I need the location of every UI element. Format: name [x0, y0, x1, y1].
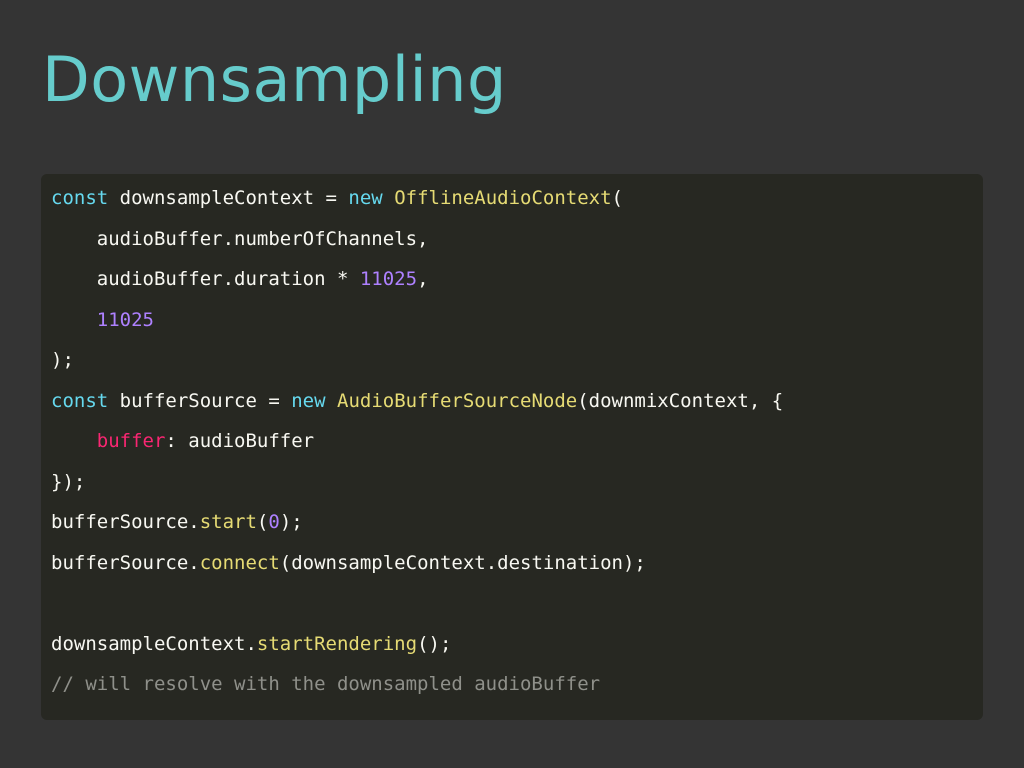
- code-text: );: [51, 349, 74, 371]
- code-text: ();: [417, 632, 452, 655]
- code-text: audioBuffer.numberOfChannels,: [51, 227, 429, 250]
- code-text: bufferSource.: [51, 511, 200, 533]
- code-text: audioBuffer.duration *: [51, 268, 360, 290]
- function-token: AudioBufferSourceNode: [337, 389, 578, 412]
- code-line: audioBuffer.numberOfChannels,: [51, 219, 429, 259]
- code-line: 11025: [51, 300, 154, 340]
- code-line: });: [51, 462, 85, 502]
- code-text: );: [279, 511, 303, 533]
- number-token: 11025: [359, 268, 418, 290]
- code-block: const downsampleContext = new OfflineAud…: [41, 174, 983, 720]
- keyword-token: const: [51, 389, 109, 412]
- number-token: 0: [268, 511, 280, 533]
- code-line: bufferSource.start(0);: [51, 502, 303, 542]
- function-token: start: [199, 511, 257, 533]
- code-text: ,: [417, 268, 429, 290]
- code-text: bufferSource =: [108, 389, 292, 412]
- code-text: downsampleContext.: [51, 632, 257, 655]
- keyword-token: new: [291, 389, 326, 412]
- code-text: downsampleContext =: [108, 187, 349, 209]
- code-line: buffer: audioBuffer: [51, 421, 314, 461]
- code-line: );: [51, 340, 74, 380]
- code-text: bufferSource.: [51, 551, 200, 574]
- code-text: });: [51, 470, 86, 493]
- comment-token: // will resolve with the downsampled aud…: [51, 673, 601, 695]
- function-token: connect: [199, 551, 280, 574]
- number-token: 11025: [96, 308, 154, 331]
- code-line: const bufferSource = new AudioBufferSour…: [51, 381, 783, 421]
- code-line: const downsampleContext = new OfflineAud…: [51, 178, 623, 218]
- code-text: (downsampleContext.destination);: [279, 551, 646, 574]
- code-text: : audioBuffer: [165, 430, 315, 452]
- code-line: bufferSource.connect(downsampleContext.d…: [51, 543, 646, 583]
- code-line: audioBuffer.duration * 11025,: [51, 259, 429, 299]
- function-token: OfflineAudioContext: [394, 187, 612, 209]
- slide-title: Downsampling: [42, 43, 507, 116]
- slide: Downsampling const downsampleContext = n…: [0, 0, 1024, 768]
- code-text: (downmixContext, {: [577, 389, 784, 412]
- code-text: (: [256, 511, 269, 533]
- code-line: // will resolve with the downsampled aud…: [51, 664, 600, 704]
- code-text: (: [611, 187, 623, 209]
- keyword-token: const: [51, 187, 109, 209]
- property-token: buffer: [96, 430, 166, 452]
- function-token: startRendering: [256, 632, 418, 655]
- code-line: downsampleContext.startRendering();: [51, 624, 451, 664]
- keyword-token: new: [348, 187, 383, 209]
